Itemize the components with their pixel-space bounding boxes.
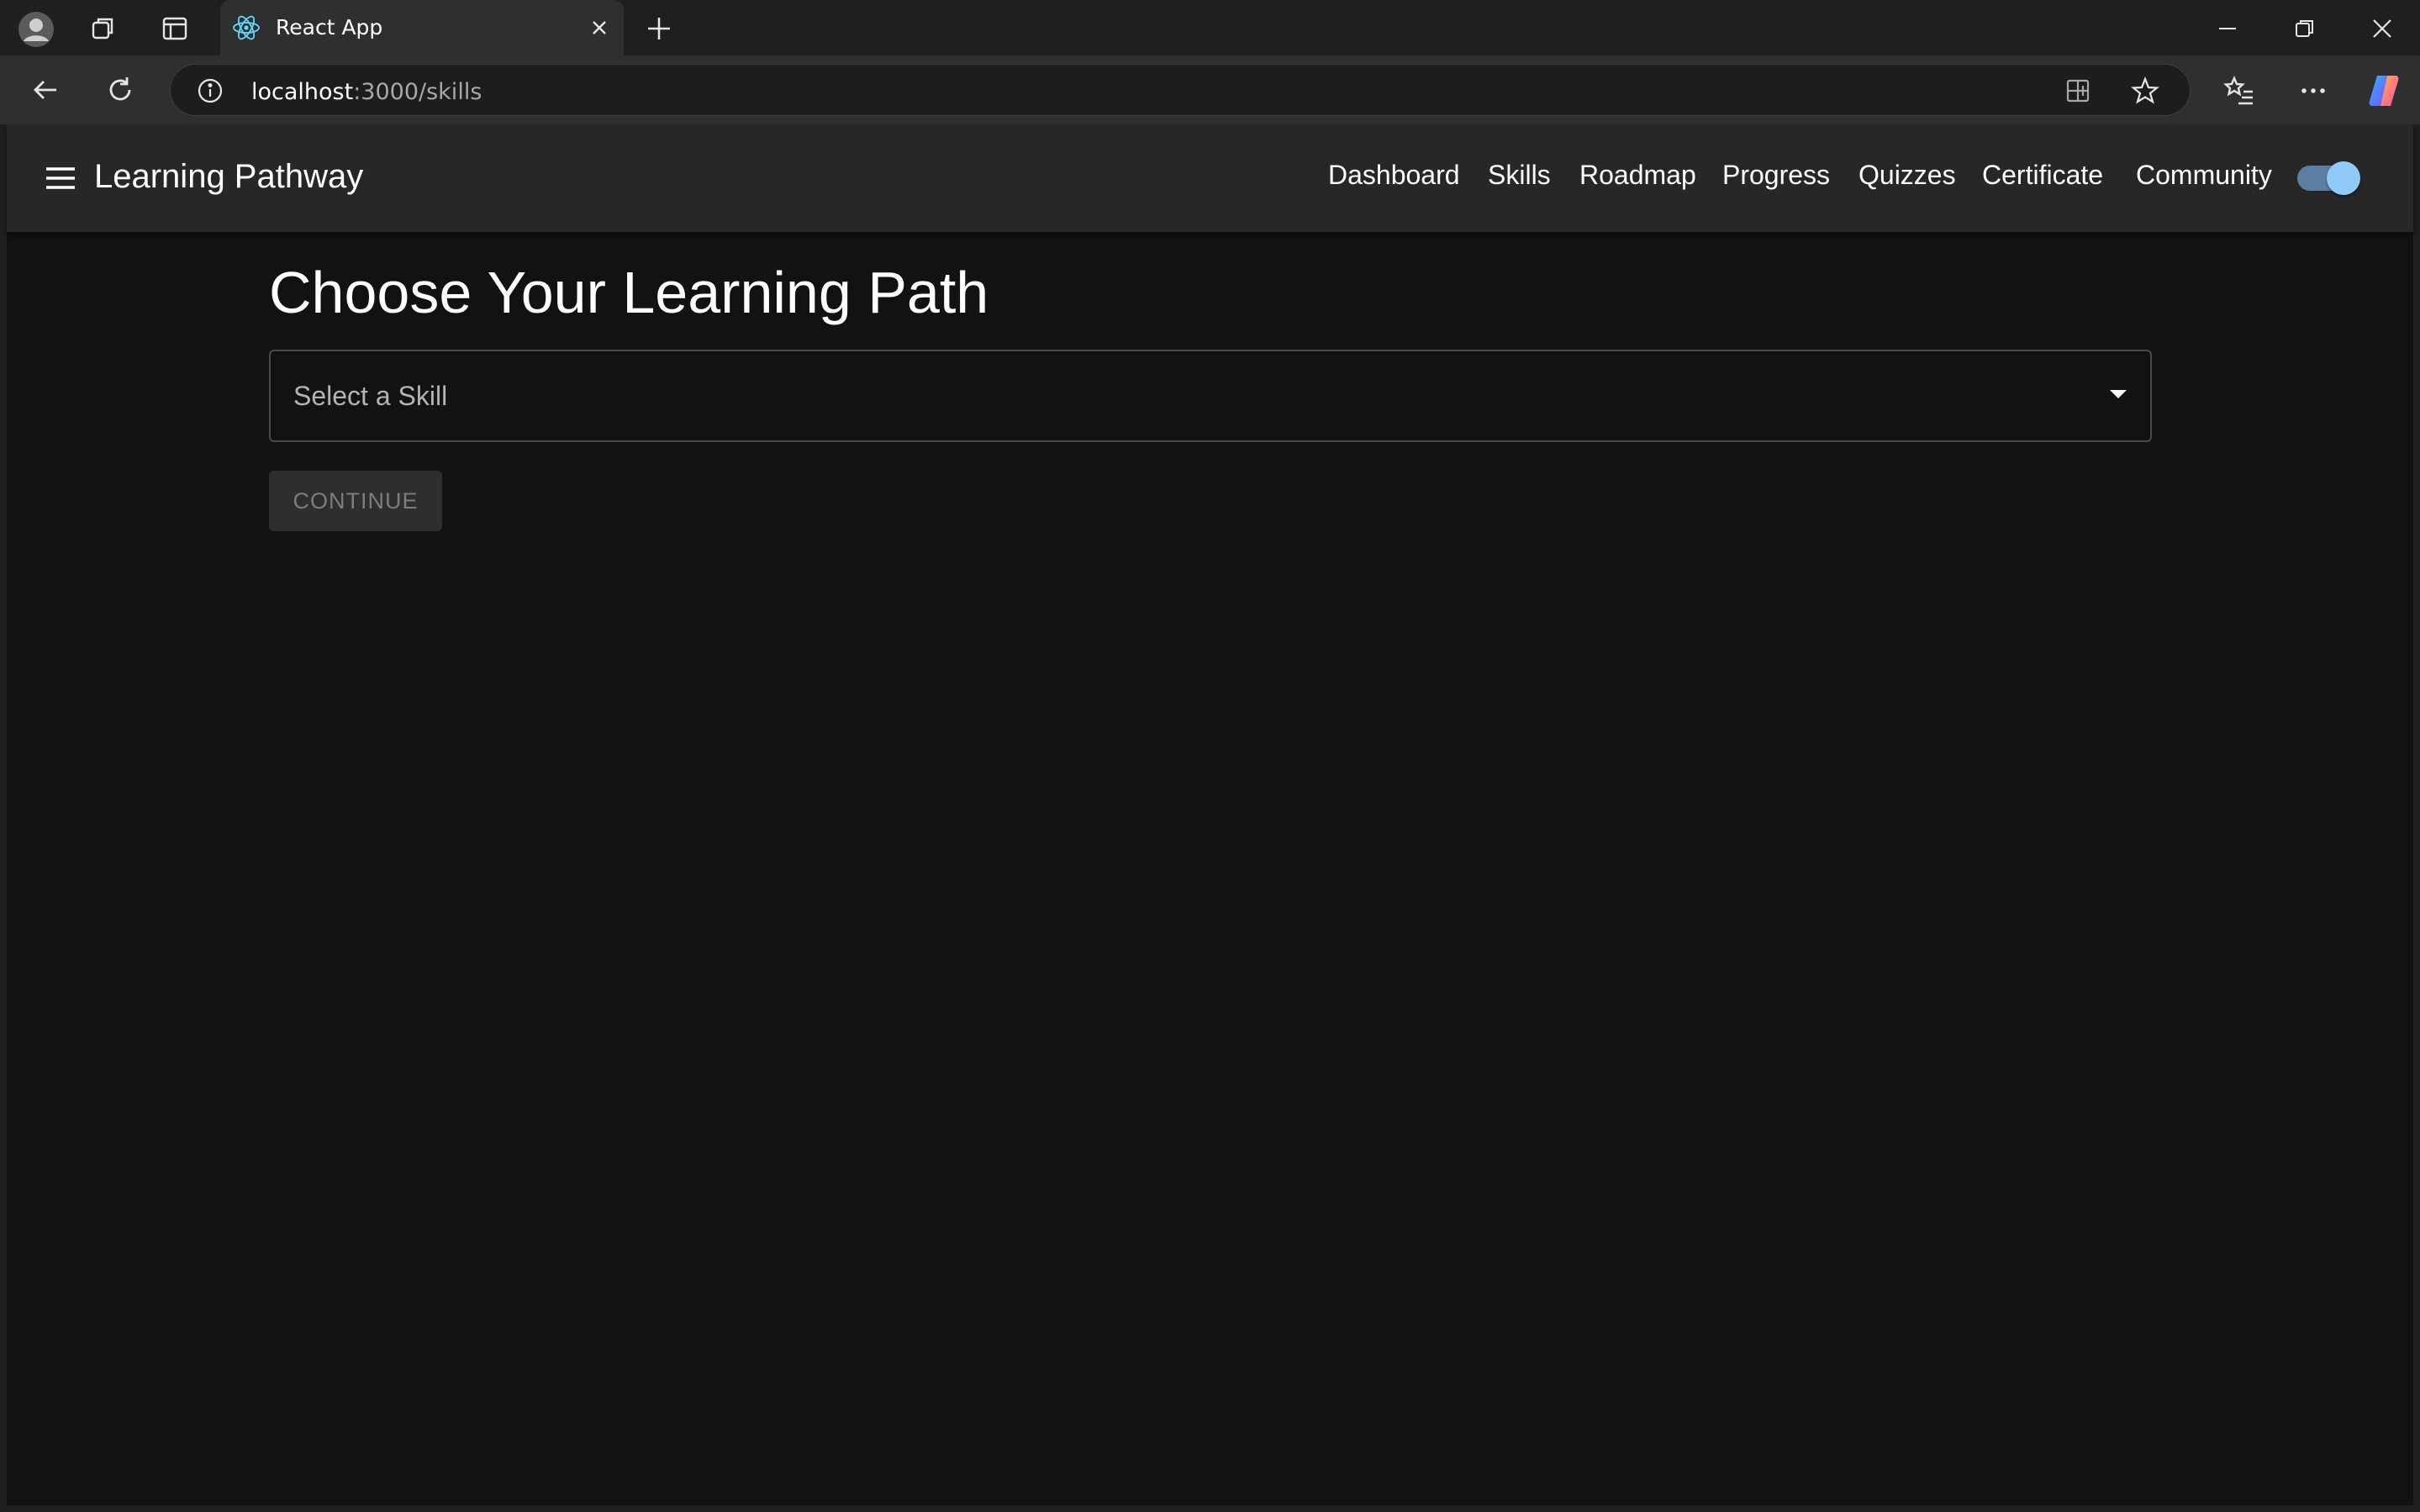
address-bar[interactable]: localhost:3000/skills <box>170 64 2191 116</box>
restore-icon[interactable] <box>2288 13 2322 44</box>
dropdown-arrow-icon[interactable] <box>2110 390 2127 398</box>
favorites-list-icon[interactable] <box>2222 74 2256 108</box>
tab-title: React App <box>276 15 383 40</box>
react-favicon-icon <box>232 13 261 42</box>
skill-select-label: Select a Skill <box>293 381 448 411</box>
theme-toggle-thumb[interactable] <box>2327 161 2360 195</box>
address-path: :3000/skills <box>353 79 482 105</box>
address-host: localhost <box>251 79 354 105</box>
workspaces-icon[interactable] <box>87 13 121 44</box>
nav-certificate[interactable]: Certificate <box>1982 160 2103 191</box>
window-bottom-edge <box>0 1505 2420 1512</box>
nav-progress[interactable]: Progress <box>1722 160 1830 191</box>
site-info-icon[interactable] <box>196 76 224 105</box>
favorite-star-icon[interactable] <box>2129 75 2161 107</box>
minimize-icon[interactable] <box>2211 13 2244 44</box>
tab-react-app[interactable]: React App <box>220 0 624 55</box>
nav-skills[interactable]: Skills <box>1488 160 1551 191</box>
profile-avatar-icon[interactable] <box>17 10 55 49</box>
more-icon[interactable] <box>2296 74 2330 108</box>
continue-button[interactable]: CONTINUE <box>269 471 442 531</box>
nav-roadmap[interactable]: Roadmap <box>1579 160 1696 191</box>
app-brand: Learning Pathway <box>94 158 364 195</box>
nav-quizzes[interactable]: Quizzes <box>1858 160 1956 191</box>
tab-actions-icon[interactable] <box>158 13 192 44</box>
app-bar: Learning Pathway Dashboard Skills Roadma… <box>7 124 2413 232</box>
address-url[interactable]: localhost:3000/skills <box>251 79 482 105</box>
browser-tabstrip: React App <box>0 0 2420 55</box>
page-title: Choose Your Learning Path <box>269 260 989 325</box>
skill-select[interactable]: Select a Skill <box>269 350 2152 442</box>
nav-dashboard[interactable]: Dashboard <box>1328 160 1460 191</box>
window-close-icon[interactable] <box>2365 13 2399 44</box>
new-tab-icon[interactable] <box>642 12 676 45</box>
app-install-icon[interactable] <box>2064 76 2092 105</box>
copilot-icon[interactable] <box>2365 72 2402 109</box>
app-viewport: Learning Pathway Dashboard Skills Roadma… <box>7 124 2413 1505</box>
back-icon[interactable] <box>29 72 64 108</box>
close-icon[interactable] <box>587 15 612 40</box>
refresh-icon[interactable] <box>103 72 138 108</box>
hamburger-menu-icon[interactable] <box>44 161 77 195</box>
nav-community[interactable]: Community <box>2136 160 2272 191</box>
